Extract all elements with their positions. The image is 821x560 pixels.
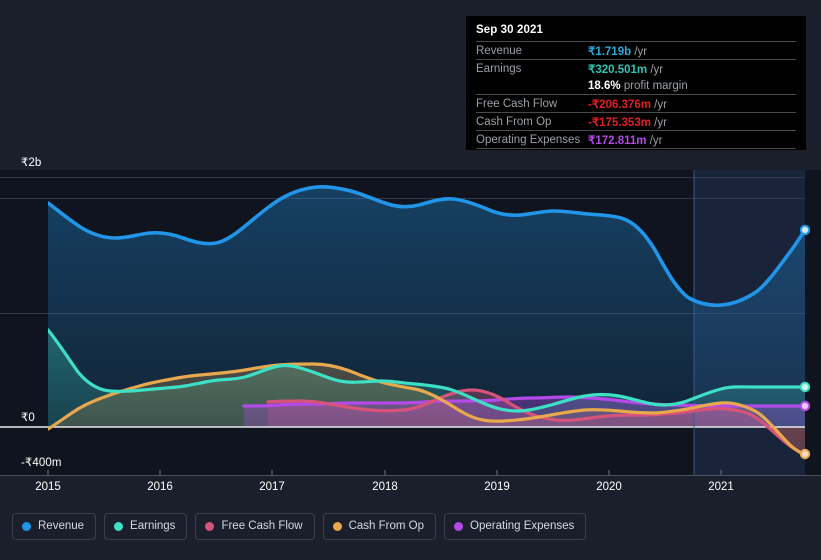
x-axis-label-2015: 2015 bbox=[35, 481, 61, 493]
financial-chart-page: ₹2b ₹0 -₹400m 2015 2016 2017 2018 2019 2… bbox=[0, 0, 821, 560]
legend-item-free-cash-flow[interactable]: Free Cash Flow bbox=[195, 513, 315, 540]
x-axis-label-2019: 2019 bbox=[484, 481, 510, 493]
x-axis-label-2018: 2018 bbox=[372, 481, 398, 493]
x-axis-label-2017: 2017 bbox=[259, 481, 285, 493]
x-axis-label-2021: 2021 bbox=[708, 481, 734, 493]
tooltip-label-cash-from-op: Cash From Op bbox=[476, 115, 552, 128]
tooltip-bottom-divider bbox=[476, 148, 796, 149]
legend-dot-free-cash-flow bbox=[205, 522, 215, 531]
legend-label-operating-expenses: Operating Expenses bbox=[470, 520, 575, 532]
legend-label-revenue: Revenue bbox=[38, 520, 85, 532]
tooltip-unit-earnings: /yr bbox=[650, 63, 664, 76]
legend-label-earnings: Earnings bbox=[130, 520, 176, 532]
chart-legend: Revenue Earnings Free Cash Flow Cash Fro… bbox=[12, 513, 587, 540]
tooltip-num-profit-margin: 18.6% bbox=[588, 79, 621, 92]
tooltip-value-earnings: ₹320.501m /yr bbox=[588, 62, 663, 76]
tooltip-unit-free-cash-flow: /yr bbox=[654, 98, 667, 111]
tooltip-value-operating-expenses: ₹172.811m /yr bbox=[588, 133, 662, 147]
tooltip-row-profit-margin: 18.6% profit margin bbox=[476, 77, 796, 94]
tooltip-row-free-cash-flow: Free Cash Flow -₹206.376m /yr bbox=[476, 94, 796, 112]
legend-item-earnings[interactable]: Earnings bbox=[104, 513, 188, 540]
chart-area[interactable]: ₹2b ₹0 -₹400m 2015 2016 2017 2018 2019 2… bbox=[0, 0, 821, 505]
legend-item-operating-expenses[interactable]: Operating Expenses bbox=[444, 513, 587, 540]
tooltip-unit-profit-margin: profit margin bbox=[623, 79, 688, 92]
tooltip-num-revenue: ₹1.719b bbox=[588, 45, 632, 58]
tooltip-unit-revenue: /yr bbox=[634, 45, 648, 58]
chart-tooltip: Sep 30 2021 Revenue ₹1.719b /yr Earnings… bbox=[466, 16, 806, 150]
tooltip-value-cash-from-op: -₹175.353m /yr bbox=[588, 115, 667, 129]
tooltip-label-earnings: Earnings bbox=[476, 62, 522, 75]
legend-dot-cash-from-op bbox=[332, 522, 342, 531]
tooltip-label-revenue: Revenue bbox=[476, 44, 523, 57]
legend-dot-operating-expenses bbox=[454, 522, 464, 531]
legend-label-cash-from-op: Cash From Op bbox=[348, 520, 425, 532]
legend-dot-earnings bbox=[114, 522, 124, 531]
tooltip-row-operating-expenses: Operating Expenses ₹172.811m /yr bbox=[476, 130, 796, 148]
legend-dot-revenue bbox=[22, 522, 31, 531]
tooltip-num-operating-expenses: ₹172.811m bbox=[588, 134, 647, 147]
tooltip-label-free-cash-flow: Free Cash Flow bbox=[476, 97, 558, 110]
tooltip-value-free-cash-flow: -₹206.376m /yr bbox=[588, 97, 667, 111]
tooltip-num-cash-from-op: -₹175.353m bbox=[588, 116, 651, 129]
y-axis-label-zero: ₹0 bbox=[21, 412, 35, 424]
tooltip-num-free-cash-flow: -₹206.376m bbox=[588, 98, 651, 111]
legend-label-free-cash-flow: Free Cash Flow bbox=[221, 520, 303, 532]
tooltip-value-revenue: ₹1.719b /yr bbox=[588, 44, 647, 58]
tooltip-unit-operating-expenses: /yr bbox=[649, 134, 663, 147]
tooltip-row-cash-from-op: Cash From Op -₹175.353m /yr bbox=[476, 112, 796, 130]
endpoint-revenue bbox=[799, 224, 811, 236]
tooltip-row-revenue: Revenue ₹1.719b /yr bbox=[476, 41, 796, 59]
tooltip-value-profit-margin: 18.6% profit margin bbox=[588, 80, 688, 92]
legend-item-cash-from-op[interactable]: Cash From Op bbox=[322, 513, 437, 540]
x-axis-label-2020: 2020 bbox=[596, 481, 622, 493]
tooltip-row-earnings: Earnings ₹320.501m /yr bbox=[476, 59, 796, 77]
legend-item-revenue[interactable]: Revenue bbox=[12, 513, 97, 540]
x-axis-label-2016: 2016 bbox=[147, 481, 173, 493]
y-axis-label-top: ₹2b bbox=[21, 157, 42, 169]
tooltip-unit-cash-from-op: /yr bbox=[654, 116, 667, 129]
tooltip-label-operating-expenses: Operating Expenses bbox=[476, 133, 581, 146]
endpoint-cash-from-op bbox=[799, 448, 811, 460]
endpoint-operating-expenses bbox=[799, 400, 811, 412]
endpoint-earnings bbox=[799, 381, 811, 393]
tooltip-num-earnings: ₹320.501m bbox=[588, 63, 648, 76]
y-axis-label-bottom: -₹400m bbox=[21, 457, 62, 469]
tooltip-date: Sep 30 2021 bbox=[476, 24, 543, 36]
